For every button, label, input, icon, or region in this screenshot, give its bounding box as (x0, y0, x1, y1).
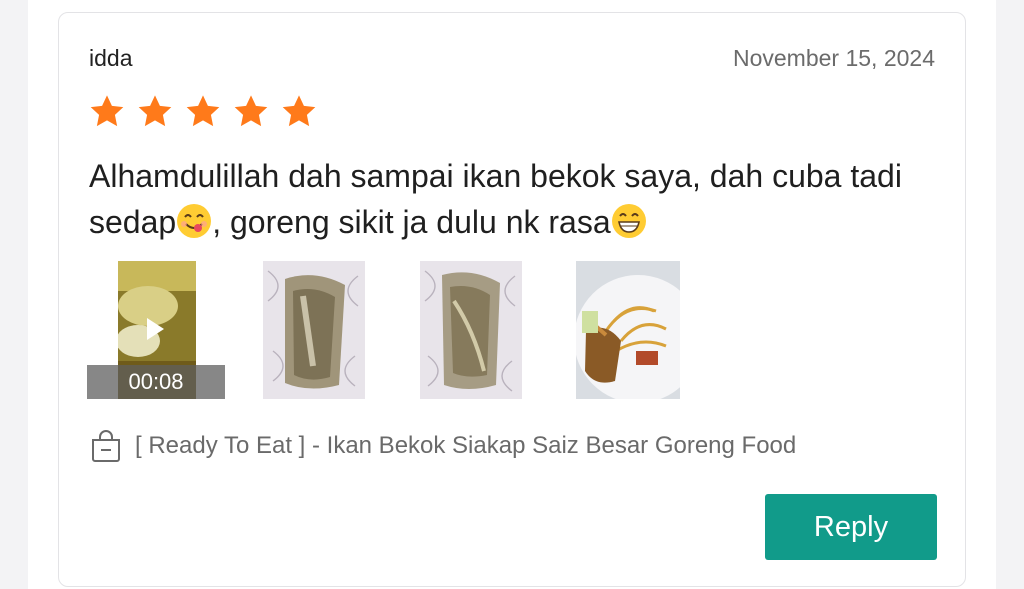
star-icon (186, 95, 220, 127)
star-icon (90, 95, 124, 127)
review-card: idda November 15, 2024 Alhamdulillah dah… (58, 12, 966, 587)
yum-face-emoji (177, 204, 212, 238)
review-date: November 15, 2024 (732, 45, 935, 71)
star-rating (88, 93, 318, 131)
review-text: Alhamdulillah dah sampai ikan bekok saya… (89, 153, 909, 245)
reply-button[interactable]: Reply (765, 494, 937, 560)
review-photo[interactable] (576, 261, 680, 399)
review-photo[interactable] (263, 261, 365, 399)
star-icon (138, 95, 172, 127)
grinning-face-emoji (611, 204, 646, 238)
product-name: [ Ready To Eat ] - Ikan Bekok Siakap Sai… (135, 432, 797, 459)
shopping-bag-icon (92, 430, 120, 462)
star-icon (234, 95, 268, 127)
review-photo[interactable] (420, 261, 522, 399)
video-duration: 00:08 (87, 365, 225, 399)
reviewer-name: idda (89, 45, 133, 71)
star-icon (282, 95, 316, 127)
product-link[interactable]: [ Ready To Eat ] - Ikan Bekok Siakap Sai… (89, 429, 796, 463)
review-text-part2: , goreng sikit ja dulu nk rasa (212, 204, 611, 240)
